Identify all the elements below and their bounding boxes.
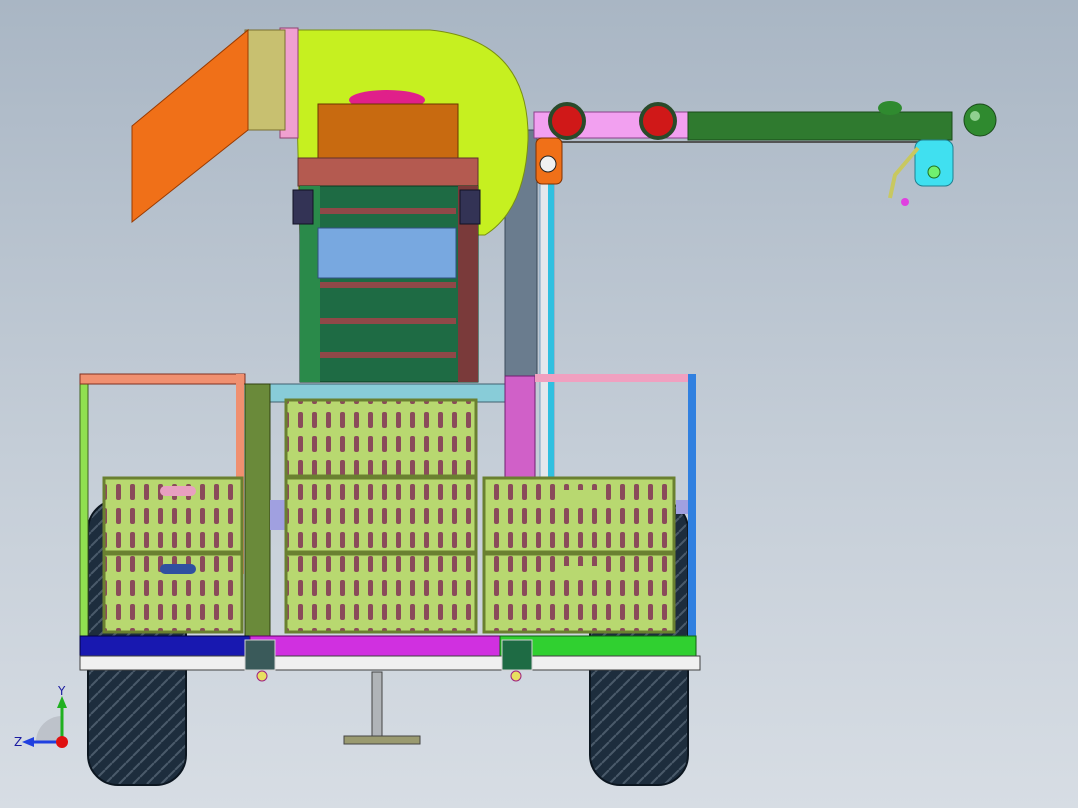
crate-stack-left	[102, 476, 244, 634]
elevator-column	[292, 185, 481, 383]
y-axis-label: Y	[57, 684, 66, 698]
crate	[482, 476, 676, 554]
crate	[284, 476, 478, 554]
axis-triad: Y Z	[14, 684, 68, 749]
boom-arm	[533, 101, 997, 206]
motor-box	[297, 103, 479, 187]
crate	[284, 398, 478, 478]
support-jack	[343, 671, 421, 745]
trailer-assembly-model[interactable]	[0, 0, 1078, 808]
cad-viewport[interactable]: Y Z	[0, 0, 1078, 808]
discharge-chute	[131, 28, 249, 224]
crate-stack-right	[482, 476, 676, 634]
z-axis-label: Z	[14, 735, 22, 749]
crate	[482, 552, 676, 634]
right-lamp	[639, 102, 677, 140]
crate-stack-center	[284, 398, 478, 634]
left-lamp	[548, 102, 586, 140]
crate	[284, 552, 478, 634]
